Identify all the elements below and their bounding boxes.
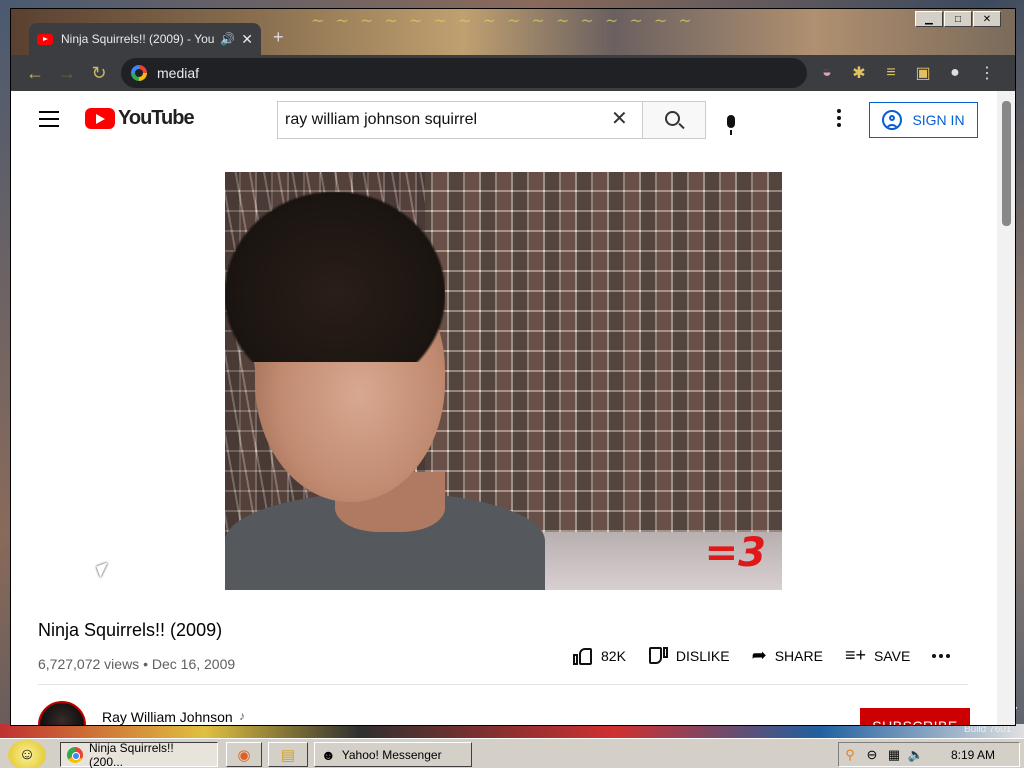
dislike-button[interactable]: DISLIKE	[648, 647, 730, 665]
search-icon	[665, 111, 680, 126]
close-tab-icon[interactable]: ✕	[241, 31, 253, 48]
page-scrollbar[interactable]	[997, 91, 1015, 725]
puzzle-extension-icon[interactable]: ✱	[843, 55, 875, 91]
media-queue-icon[interactable]: ≡	[875, 55, 907, 91]
taskbar: ☺ Ninja Squirrels!! (200... ◉ ▤ ☻ Yahoo!…	[0, 738, 1024, 768]
youtube-header: YouTube ray william johnson squirrel ✕ S…	[11, 91, 997, 147]
dislike-label: DISLIKE	[675, 647, 730, 664]
browser-toolbar: ← → ↻ mediaf ◒ ✱ ≡ ▣ ● ⋮	[11, 55, 1015, 91]
like-button[interactable]: 82K	[573, 647, 626, 665]
browser-window: ~ ~ ~ ~ ~ ~ ~ ~ ~ ~ ~ ~ ~ ~ ~ ~ Ninja Sq…	[10, 8, 1016, 726]
reload-icon[interactable]: ↻	[83, 57, 115, 89]
youtube-logo-text: YouTube	[118, 107, 195, 129]
back-icon[interactable]: ←	[19, 57, 51, 89]
mouse-cursor-icon	[96, 562, 112, 578]
clear-search-icon[interactable]: ✕	[611, 109, 628, 129]
thumbs-down-icon	[648, 647, 668, 665]
account-icon	[882, 110, 903, 130]
start-button[interactable]: ☺	[8, 740, 46, 768]
video-title: Ninja Squirrels!! (2009)	[38, 620, 223, 640]
channel-name[interactable]: Ray William Johnson	[102, 709, 233, 725]
search-query-text: ray william johnson squirrel	[285, 111, 478, 128]
address-bar[interactable]: mediaf	[121, 58, 807, 88]
profile-icon[interactable]: ●	[939, 55, 971, 91]
sign-in-button[interactable]: SIGN IN	[869, 102, 978, 138]
search-button[interactable]	[642, 101, 706, 139]
share-icon: ➦	[751, 645, 767, 665]
taskbar-chrome-button[interactable]: Ninja Squirrels!! (200...	[60, 740, 218, 768]
subscribe-button[interactable]: SUBSCRIBE	[860, 708, 970, 725]
browser-tab[interactable]: Ninja Squirrels!! (2009) - You 🔊 ✕	[29, 23, 261, 55]
share-label: SHARE	[774, 647, 823, 664]
more-actions-icon[interactable]	[932, 653, 953, 658]
voice-search-button[interactable]	[711, 101, 751, 141]
save-label: SAVE	[873, 647, 911, 664]
share-button[interactable]: ➦ SHARE	[752, 645, 823, 666]
video-actions: 82K DISLIKE ➦ SHARE ≡+ SAVE	[573, 645, 953, 666]
youtube-page: YouTube ray william johnson squirrel ✕ S…	[11, 91, 997, 725]
title-bar: ~ ~ ~ ~ ~ ~ ~ ~ ~ ~ ~ ~ ~ ~ ~ ~ Ninja Sq…	[11, 9, 1015, 55]
firefox-taskbar-icon[interactable]: ◉	[226, 742, 262, 767]
forward-icon[interactable]: →	[51, 57, 83, 89]
chrome-task-label: Ninja Squirrels!! (200...	[89, 740, 174, 768]
taskbar-yahoo-button[interactable]: ☻ Yahoo! Messenger	[314, 742, 472, 767]
explorer-taskbar-icon[interactable]: ▤	[268, 742, 308, 767]
search-tray-icon[interactable]: ⚲	[839, 747, 861, 763]
upload-date: Dec 16, 2009	[151, 656, 236, 672]
video-overlay-text: =3	[704, 530, 766, 576]
chrome-menu-icon[interactable]: ⋮	[971, 55, 1003, 91]
youtube-favicon-icon	[37, 33, 53, 45]
volume-icon[interactable]: 🔈	[905, 747, 927, 763]
clock: 8:19 AM	[950, 747, 995, 762]
flag-extension-icon[interactable]: ◒	[811, 55, 843, 91]
side-panel-icon[interactable]: ▣	[907, 55, 939, 91]
video-player[interactable]: =3	[225, 172, 782, 590]
playlist-add-icon: ≡+	[844, 645, 866, 665]
minimize-button[interactable]: ▁	[915, 11, 943, 27]
maximize-button[interactable]: □	[944, 11, 972, 27]
sign-in-label: SIGN IN	[912, 112, 965, 128]
status-tray-icon[interactable]: ⊖	[861, 747, 883, 763]
hamburger-menu-icon[interactable]	[39, 111, 59, 127]
system-tray: ⚲ ⊖ ▦ 🔈 8:19 AM	[838, 742, 1020, 767]
wallpaper-strip	[0, 724, 1024, 738]
youtube-logo[interactable]: YouTube	[85, 107, 195, 130]
settings-menu-icon[interactable]	[837, 109, 841, 130]
tab-title: Ninja Squirrels!! (2009) - You	[61, 32, 215, 46]
close-window-button[interactable]: ✕	[973, 11, 1001, 27]
search-input[interactable]: ray william johnson squirrel	[277, 101, 642, 139]
microphone-icon	[727, 114, 735, 135]
music-note-icon: ♪	[239, 709, 245, 723]
titlebar-theme-art: ~ ~ ~ ~ ~ ~ ~ ~ ~ ~ ~ ~ ~ ~ ~ ~	[311, 11, 695, 30]
address-text: mediaf	[157, 65, 200, 81]
video-meta: 6,727,072 views • Dec 16, 2009	[38, 656, 236, 672]
network-icon[interactable]: ▦	[883, 747, 905, 763]
save-button[interactable]: ≡+ SAVE	[845, 645, 910, 666]
youtube-play-icon	[85, 108, 115, 129]
like-count: 82K	[601, 647, 626, 664]
thumbs-up-icon	[573, 647, 593, 665]
channel-avatar[interactable]	[38, 701, 86, 725]
speaker-icon[interactable]: 🔊	[220, 32, 235, 46]
divider	[38, 684, 968, 685]
yahoo-task-label: Yahoo! Messenger	[341, 747, 442, 762]
yahoo-messenger-icon: ☻	[321, 746, 336, 763]
google-icon	[131, 65, 147, 81]
scrollbar-thumb[interactable]	[1002, 101, 1011, 226]
chrome-icon	[67, 746, 83, 763]
view-count: 6,727,072 views	[38, 656, 140, 672]
new-tab-icon[interactable]: +	[273, 27, 284, 48]
